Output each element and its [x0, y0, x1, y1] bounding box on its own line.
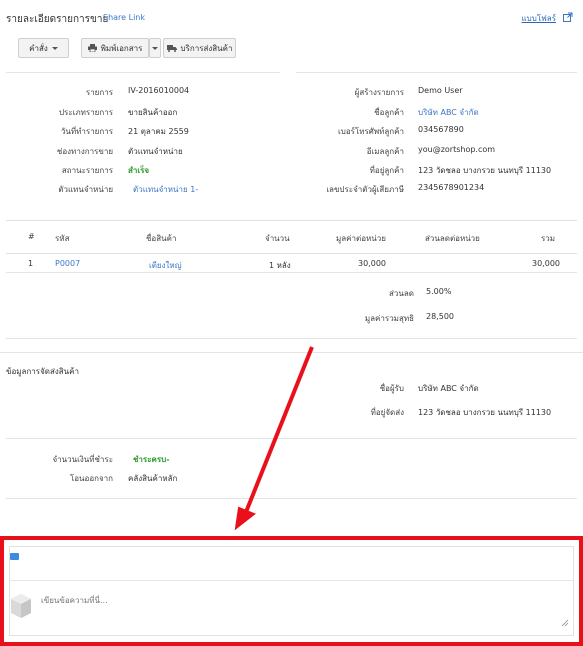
discount-label: ส่วนลด	[389, 289, 414, 298]
profile-link[interactable]: แบบโฟลร์	[522, 12, 556, 25]
divider	[6, 438, 577, 439]
tax-id-value: 2345678901234	[418, 183, 485, 192]
discount-value: 5.00%	[426, 287, 452, 296]
receiver-value: บริษัท ABC จำกัด	[418, 384, 479, 393]
divider	[6, 272, 577, 273]
page-title: รายละเอียดรายการขาย	[6, 14, 109, 25]
command-dropdown-button[interactable]: คำสั่ง	[18, 38, 69, 58]
user-avatar-icon	[11, 594, 31, 618]
truck-icon	[166, 45, 177, 52]
customer-address-value: 123 วัดชลอ บางกรวย นนทบุรี 11130	[418, 166, 552, 175]
shipping-address-value: 123 วัดชลอ บางกรวย นนทบุรี 11130	[418, 408, 552, 417]
print-label: พิมพ์เอกสาร	[100, 43, 143, 53]
customer-address-label: ที่อยู่ลูกค้า	[369, 166, 404, 175]
chevron-down-icon	[51, 46, 58, 50]
order-number-label: รายการ	[85, 88, 113, 97]
order-date-label: วันที่ทำรายการ	[60, 127, 113, 136]
print-options-toggle[interactable]	[149, 38, 161, 58]
net-total-value: 28,500	[426, 312, 454, 321]
product-code-link[interactable]: P0007	[55, 259, 80, 268]
col-header-quantity: จำนวน	[265, 234, 290, 243]
payment-amount-label: จำนวนเงินที่ชำระ	[52, 455, 113, 464]
external-link-icon[interactable]	[563, 12, 573, 22]
row-total: 30,000	[532, 259, 560, 268]
shipping-service-button[interactable]: บริการส่งสินค้า	[163, 38, 236, 58]
col-header-index: #	[28, 232, 35, 241]
transfer-from-value: คลังสินค้าหลัก	[128, 474, 178, 483]
customer-email-label: อีเมลลูกค้า	[366, 147, 404, 156]
customer-name-link[interactable]: บริษัท ABC จำกัด	[418, 106, 479, 119]
comment-input[interactable]	[37, 590, 571, 630]
divider	[6, 72, 280, 73]
payment-status-dropdown[interactable]: ชำระครบ-	[133, 453, 170, 466]
order-date-value: 21 ตุลาคม 2559	[128, 127, 189, 136]
tax-id-label: เลขประจำตัวผู้เสียภาษี	[326, 185, 404, 194]
transfer-from-label: โอนออกจาก	[69, 474, 113, 483]
customer-phone-label: เบอร์โทรศัพท์ลูกค้า	[338, 127, 404, 136]
dealer-link[interactable]: ตัวแทนจำหน่าย 1-	[133, 183, 198, 196]
order-type-label: ประเภทรายการ	[58, 108, 113, 117]
print-document-button[interactable]: พิมพ์เอกสาร	[81, 38, 149, 58]
product-name-link[interactable]: เตียงใหญ่	[149, 259, 182, 272]
receiver-label: ชื่อผู้รับ	[379, 384, 404, 393]
creator-label: ผู้สร้างรายการ	[354, 88, 404, 97]
customer-phone-value: 034567890	[418, 125, 464, 134]
divider	[296, 72, 577, 73]
order-status-value: สำเร็จ	[128, 166, 150, 175]
comment-tag-icon[interactable]	[10, 553, 19, 560]
divider	[6, 498, 577, 499]
divider	[10, 580, 573, 581]
order-type-value: ขายสินค้าออก	[128, 108, 178, 117]
chevron-down-icon	[152, 46, 158, 50]
shipping-section-title: ข้อมูลการจัดส่งสินค้า	[6, 367, 79, 376]
sales-channel-value: ตัวแทนจำหน่าย	[128, 147, 183, 156]
shipping-label: บริการส่งสินค้า	[180, 43, 233, 53]
customer-email-value: you@zortshop.com	[418, 145, 496, 154]
order-number-value: IV-2016010004	[128, 86, 190, 95]
row-index: 1	[28, 259, 34, 268]
col-header-unit-discount: ส่วนลดต่อหน่วย	[425, 234, 480, 243]
order-status-label: สถานะรายการ	[61, 166, 113, 175]
command-label: คำสั่ง	[29, 43, 48, 53]
dealer-label: ตัวแทนจำหน่าย	[58, 185, 113, 194]
row-unit-price: 30,000	[358, 259, 386, 268]
share-link[interactable]: Share Link	[103, 13, 145, 22]
divider	[6, 338, 577, 339]
resize-grip-icon[interactable]	[561, 619, 569, 627]
row-quantity: 1 หลัง	[269, 261, 291, 270]
creator-value: Demo User	[418, 86, 463, 95]
customer-name-label: ชื่อลูกค้า	[374, 108, 404, 117]
col-header-code: รหัส	[55, 234, 70, 243]
sales-channel-label: ช่องทางการขาย	[56, 147, 113, 156]
col-header-unit-price: มูลค่าต่อหน่วย	[336, 234, 386, 243]
shipping-address-label: ที่อยู่จัดส่ง	[370, 408, 404, 417]
divider	[0, 352, 583, 353]
net-total-label: มูลค่ารวมสุทธิ	[364, 314, 414, 323]
printer-icon	[87, 44, 97, 52]
table-header-row	[6, 220, 577, 254]
col-header-total: รวม	[541, 234, 556, 243]
col-header-product: ชื่อสินค้า	[146, 234, 177, 243]
